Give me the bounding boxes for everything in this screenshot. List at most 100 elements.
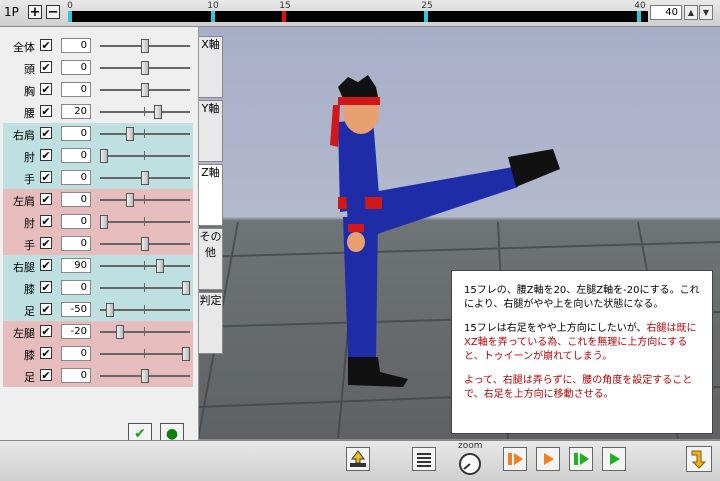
tab-hitbox[interactable]: 判定 [199, 292, 223, 354]
joint-row: 足 ✔ 0 [3, 365, 193, 387]
joint-row: 手 ✔ 0 [3, 233, 193, 255]
frame-up-icon[interactable]: ▲ [684, 5, 698, 20]
joint-slider-knob[interactable] [100, 149, 108, 163]
joint-angle-input[interactable]: 0 [61, 60, 91, 75]
play-button[interactable] [536, 447, 560, 471]
joint-enable-checkbox[interactable]: ✔ [40, 259, 52, 271]
joint-slider-knob[interactable] [182, 347, 190, 361]
joint-angle-input[interactable]: 0 [61, 38, 91, 53]
dial-pointer-icon [463, 463, 471, 470]
joint-slider-track[interactable] [100, 331, 190, 333]
explanation-note: 15フレの、腰Z軸を20、左腿Z軸を-20にする。これにより、右腿がやや上を向い… [451, 270, 713, 434]
joint-slider-knob[interactable] [141, 171, 149, 185]
joint-slider-knob[interactable] [126, 127, 135, 141]
joint-enable-checkbox[interactable]: ✔ [40, 193, 52, 205]
joint-row: 膝 ✔ 0 [3, 277, 193, 299]
joint-slider-track[interactable] [100, 111, 190, 113]
joint-enable-checkbox[interactable]: ✔ [40, 149, 52, 161]
joint-row: 全体 ✔ 0 [3, 35, 193, 57]
keyframe-marker[interactable] [68, 11, 72, 22]
current-frame-marker[interactable] [282, 11, 286, 22]
joint-slider-knob[interactable] [141, 39, 149, 53]
tick-label-40: 40 [634, 1, 646, 11]
list-button[interactable] [412, 447, 436, 471]
joint-enable-checkbox[interactable]: ✔ [40, 127, 52, 139]
joint-enable-checkbox[interactable]: ✔ [40, 83, 52, 95]
joint-slider-knob[interactable] [126, 193, 135, 207]
joint-angle-input[interactable]: 0 [61, 368, 91, 383]
play-from-start-button[interactable] [503, 447, 527, 471]
joint-enable-checkbox[interactable]: ✔ [40, 303, 52, 315]
joint-slider-knob[interactable] [182, 281, 190, 295]
tab-x-axis-label: X軸 [201, 38, 220, 51]
joint-label: 膝 [24, 349, 35, 362]
joint-slider-knob[interactable] [155, 259, 164, 273]
joint-angle-input[interactable]: 0 [61, 280, 91, 295]
tab-y-axis[interactable]: Y軸 [199, 100, 223, 162]
joint-angle-input[interactable]: 0 [61, 236, 91, 251]
joint-slider-track[interactable] [100, 221, 190, 223]
tick-label-0: 0 [67, 1, 73, 11]
joint-angle-input[interactable]: 0 [61, 192, 91, 207]
loop-play-button[interactable] [602, 447, 626, 471]
joint-enable-checkbox[interactable]: ✔ [40, 171, 52, 183]
frame-down-icon[interactable]: ▼ [699, 5, 713, 20]
joint-angle-input[interactable]: 0 [61, 346, 91, 361]
keyframe-marker[interactable] [211, 11, 215, 22]
joint-label: 肘 [24, 151, 35, 164]
loop-play-from-start-button[interactable] [569, 447, 593, 471]
joint-enable-checkbox[interactable]: ✔ [40, 281, 52, 293]
play-icon [544, 453, 554, 465]
export-button[interactable] [346, 447, 370, 471]
joint-angle-input[interactable]: 0 [61, 148, 91, 163]
joint-enable-checkbox[interactable]: ✔ [40, 369, 52, 381]
joint-angle-input[interactable]: 0 [61, 170, 91, 185]
keyframe-marker[interactable] [637, 11, 641, 22]
return-button[interactable] [686, 446, 712, 472]
zoom-dial[interactable] [459, 453, 481, 475]
joint-angle-input[interactable]: -20 [61, 324, 91, 339]
keyframe-marker[interactable] [424, 11, 428, 22]
joint-angle-input[interactable]: 0 [61, 126, 91, 141]
remove-frame-button[interactable]: − [46, 5, 60, 19]
joint-row: 胸 ✔ 0 [3, 79, 193, 101]
joint-row: 右肩 ✔ 0 [3, 123, 193, 145]
joint-slider-knob[interactable] [154, 105, 163, 119]
joint-enable-checkbox[interactable]: ✔ [40, 347, 52, 359]
joint-slider-knob[interactable] [105, 303, 114, 317]
joint-slider-track[interactable] [100, 155, 190, 157]
joint-slider-track[interactable] [100, 287, 190, 289]
joint-slider-track[interactable] [100, 199, 190, 201]
tab-other[interactable]: その他 [199, 228, 223, 290]
joint-angle-input[interactable]: 0 [61, 82, 91, 97]
return-arrow-icon [691, 450, 707, 469]
joint-slider-knob[interactable] [141, 83, 149, 97]
tab-z-axis[interactable]: Z軸 [199, 164, 223, 226]
joint-enable-checkbox[interactable]: ✔ [40, 105, 52, 117]
joint-slider-track[interactable] [100, 265, 190, 267]
joint-enable-checkbox[interactable]: ✔ [40, 237, 52, 249]
joint-slider-track[interactable] [100, 353, 190, 355]
joint-enable-checkbox[interactable]: ✔ [40, 39, 52, 51]
joint-slider-knob[interactable] [100, 215, 108, 229]
joint-angle-input[interactable]: 90 [61, 258, 91, 273]
joint-enable-checkbox[interactable]: ✔ [40, 325, 52, 337]
joint-angle-input[interactable]: -50 [61, 302, 91, 317]
frame-count-input[interactable]: 40 [650, 5, 682, 20]
joint-slider-knob[interactable] [141, 61, 149, 75]
add-frame-button[interactable]: + [28, 5, 42, 19]
timeline-track[interactable] [68, 11, 648, 22]
joint-enable-checkbox[interactable]: ✔ [40, 61, 52, 73]
joint-label: 腰 [24, 107, 35, 120]
joint-slider-track[interactable] [100, 133, 190, 135]
joint-slider-knob[interactable] [116, 325, 125, 339]
slider-center-mark [144, 129, 145, 138]
joint-slider-knob[interactable] [141, 237, 149, 251]
joint-angle-input[interactable]: 0 [61, 214, 91, 229]
tab-x-axis[interactable]: X軸 [199, 36, 223, 98]
tab-hitbox-label: 判定 [199, 294, 222, 307]
joint-slider-knob[interactable] [141, 369, 149, 383]
joint-angle-input[interactable]: 20 [61, 104, 91, 119]
joint-label: 左肩 [13, 195, 35, 208]
joint-enable-checkbox[interactable]: ✔ [40, 215, 52, 227]
